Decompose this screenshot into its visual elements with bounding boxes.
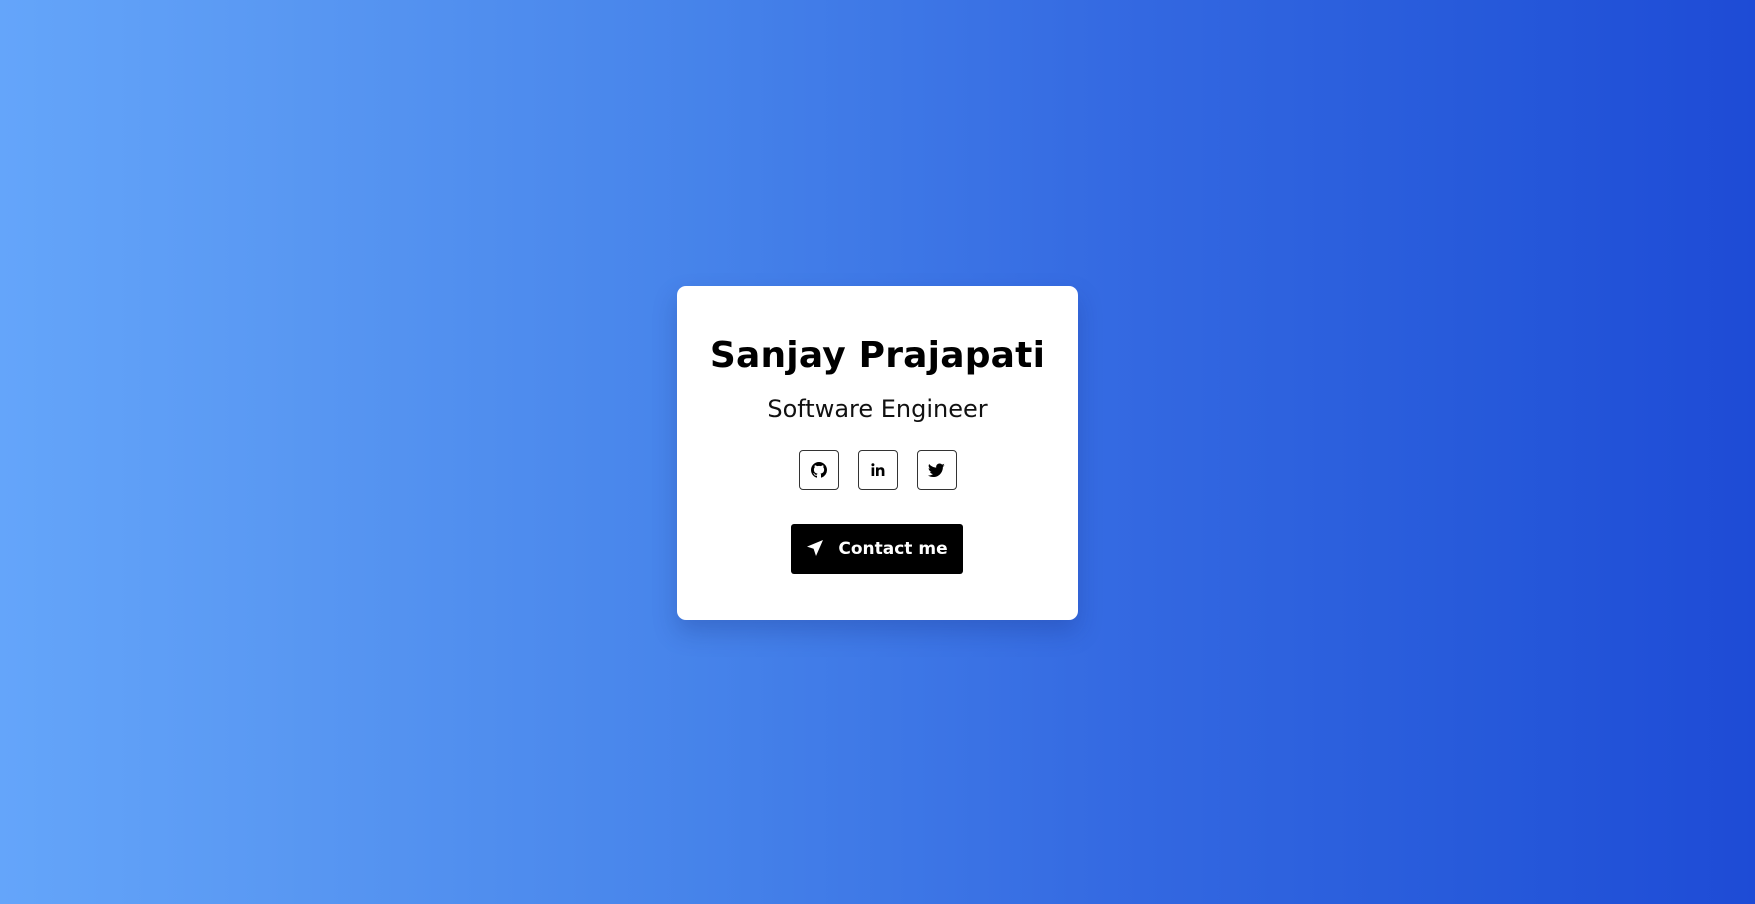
github-link[interactable] [798, 450, 839, 490]
linkedin-link[interactable] [857, 450, 898, 490]
linkedin-icon [870, 462, 886, 478]
send-icon [806, 539, 824, 560]
social-links [677, 450, 1078, 490]
contact-button[interactable]: Contact me [791, 524, 963, 574]
contact-button-label: Contact me [838, 539, 948, 559]
profile-name: Sanjay Prajapati [709, 335, 1046, 376]
profile-card: Sanjay Prajapati Software Engineer Conta… [677, 286, 1078, 620]
twitter-icon [928, 462, 945, 478]
github-icon [810, 462, 827, 478]
profile-role: Software Engineer [767, 395, 988, 423]
twitter-link[interactable] [916, 450, 957, 490]
